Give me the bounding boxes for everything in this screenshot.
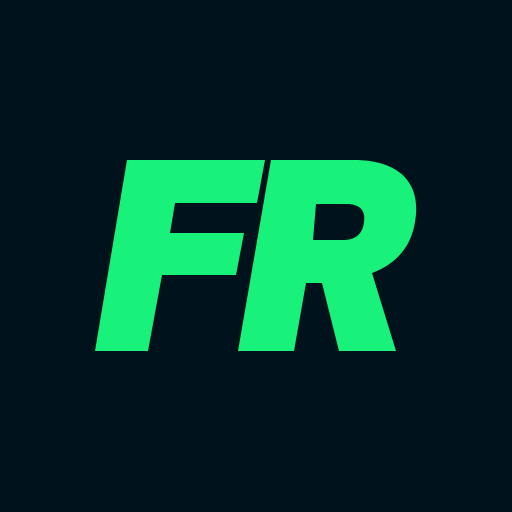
- fr-logo: [0, 0, 512, 512]
- app-icon: [0, 0, 512, 512]
- logo-letters: [95, 160, 417, 351]
